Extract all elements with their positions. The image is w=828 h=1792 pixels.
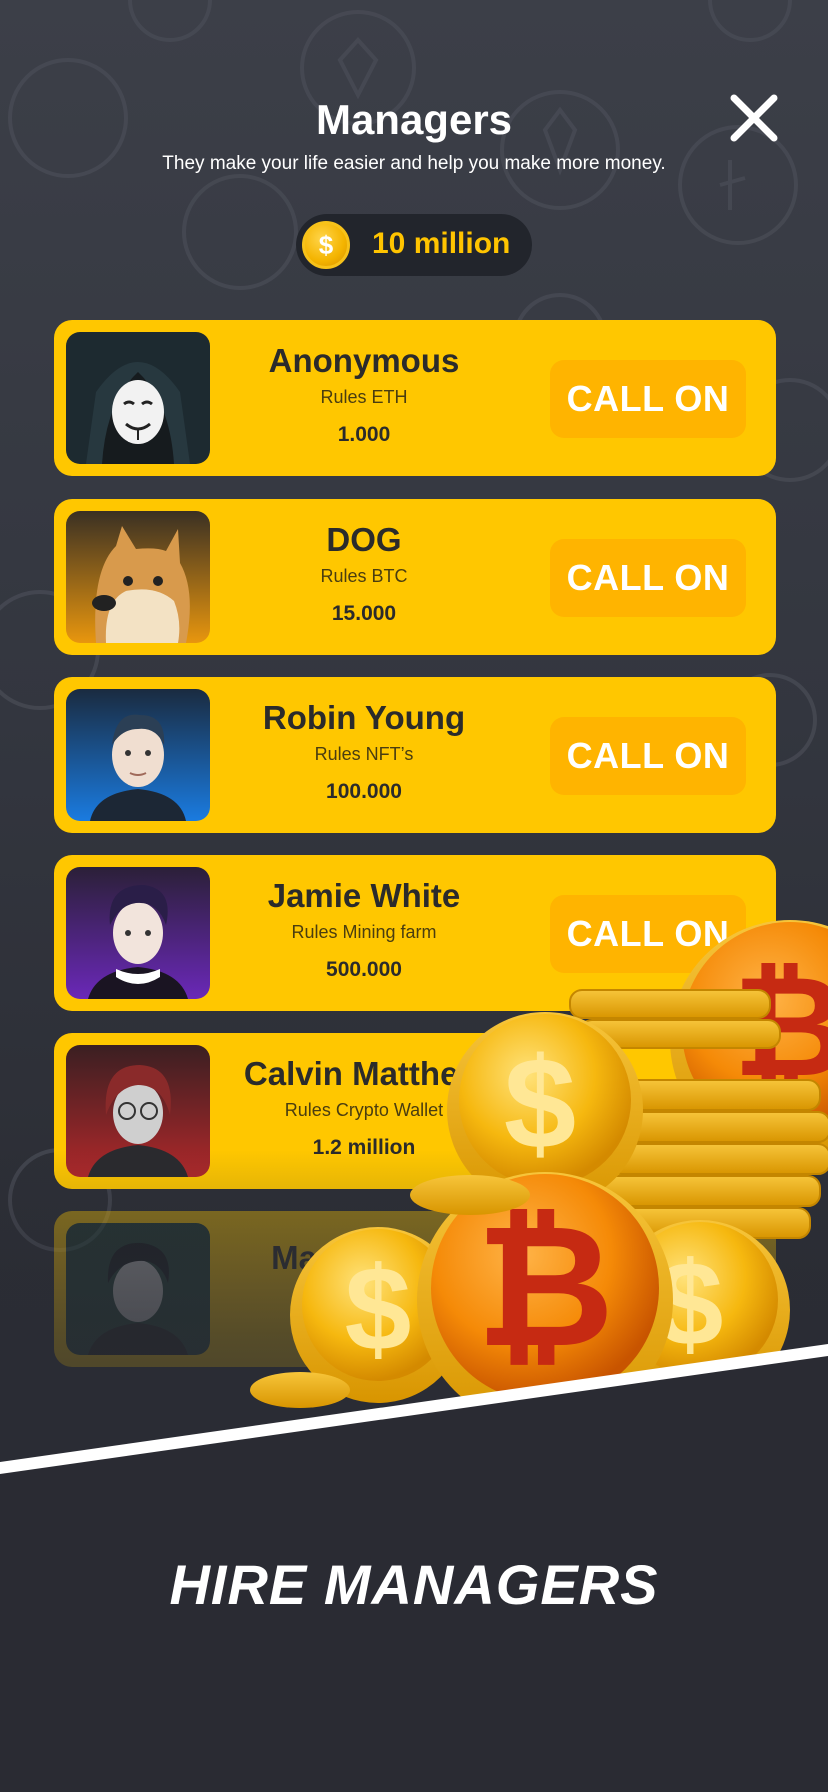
promo-tagline: HIRE MANAGERS [169, 1553, 659, 1616]
managers-screen: Managers They make your life easier and … [0, 0, 828, 1792]
promo-banner-background [0, 1344, 828, 1792]
